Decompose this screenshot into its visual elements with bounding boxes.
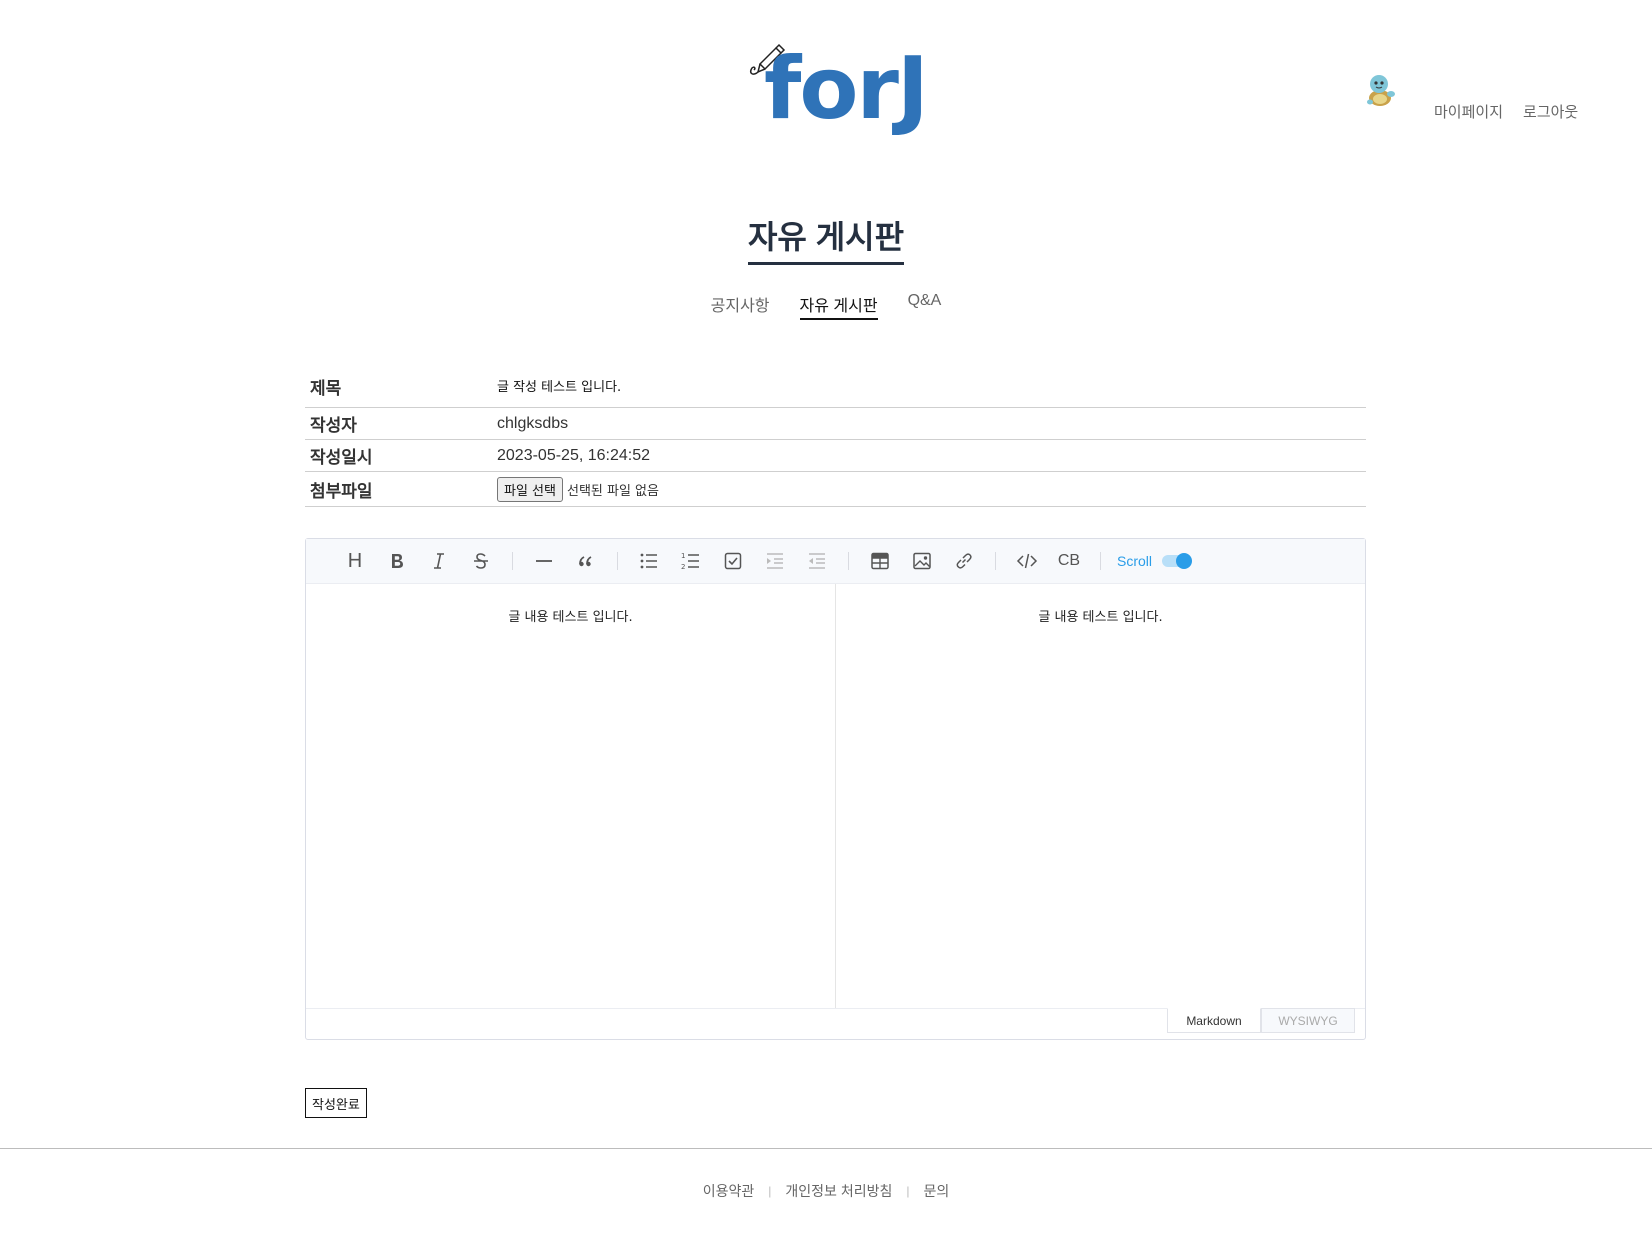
tab-qna[interactable]: Q&A [908, 292, 942, 320]
author-label: 작성자 [310, 416, 357, 435]
date-label: 작성일시 [310, 448, 373, 467]
board-tabs: 공지사항 자유 게시판 Q&A [0, 292, 1652, 320]
title-input[interactable] [497, 377, 1297, 393]
bullet-list-button[interactable] [628, 545, 670, 577]
horizontal-rule-icon [536, 560, 552, 562]
wysiwyg-mode-tab[interactable]: WYSIWYG [1261, 1008, 1355, 1033]
toolbar-divider [617, 552, 618, 570]
indent-button[interactable] [754, 545, 796, 577]
heading-button[interactable]: H [334, 545, 376, 577]
post-form: 제목 작성자 chlgksdbs 작성일시 2023-05-25, 16:24:… [305, 366, 1366, 507]
quote-icon [579, 556, 592, 567]
footer-separator: | [906, 1184, 910, 1198]
tab-free-board[interactable]: 자유 게시판 [799, 292, 878, 320]
user-links: 마이페이지 로그아웃 [1434, 101, 1578, 122]
privacy-link[interactable]: 개인정보 처리방침 [785, 1181, 892, 1201]
site-logo[interactable]: forJ [746, 42, 929, 132]
table-icon [871, 552, 889, 570]
preview-pane: 글 내용 테스트 입니다. [836, 584, 1365, 1008]
image-button[interactable] [901, 545, 943, 577]
editor-mode-bar: Markdown WYSIWYG [306, 1008, 1365, 1039]
terms-link[interactable]: 이용약관 [703, 1181, 755, 1201]
markdown-content[interactable]: 글 내용 테스트 입니다. [306, 606, 835, 625]
author-value: chlgksdbs [497, 414, 569, 432]
indent-icon [767, 553, 783, 569]
hr-button[interactable] [523, 545, 565, 577]
author-row: 작성자 chlgksdbs [305, 408, 1366, 440]
scroll-sync-toggle[interactable]: Scroll [1117, 553, 1193, 569]
footer-separator: | [768, 1184, 772, 1198]
editor-toolbar: H 12 CB Scroll [306, 539, 1365, 584]
file-status: 선택된 파일 없음 [566, 483, 659, 499]
logout-link[interactable]: 로그아웃 [1523, 101, 1578, 122]
quote-button[interactable] [565, 545, 607, 577]
date-row: 작성일시 2023-05-25, 16:24:52 [305, 440, 1366, 472]
footer-divider [0, 1148, 1652, 1149]
title-row: 제목 [305, 366, 1366, 408]
toolbar-divider [1100, 552, 1101, 570]
ordered-list-button[interactable]: 12 [670, 545, 712, 577]
scroll-switch[interactable] [1162, 553, 1193, 569]
tab-notice[interactable]: 공지사항 [711, 292, 770, 320]
file-row: 첨부파일 파일 선택 선택된 파일 없음 [305, 472, 1366, 507]
image-icon [913, 552, 931, 570]
outdent-button[interactable] [796, 545, 838, 577]
link-button[interactable] [943, 545, 985, 577]
table-button[interactable] [859, 545, 901, 577]
footer-links: 이용약관 | 개인정보 처리방침 | 문의 [0, 1181, 1652, 1201]
file-select-button[interactable]: 파일 선택 [497, 476, 563, 502]
italic-icon [434, 553, 444, 569]
logo-text: forJ [764, 39, 929, 139]
contact-link[interactable]: 문의 [923, 1181, 949, 1201]
bullet-list-icon [640, 553, 657, 569]
toolbar-divider [995, 552, 996, 570]
preview-content: 글 내용 테스트 입니다. [1038, 610, 1163, 625]
editor-panes: 글 내용 테스트 입니다. 글 내용 테스트 입니다. [306, 584, 1365, 1008]
date-value: 2023-05-25, 16:24:52 [497, 446, 651, 464]
file-label: 첨부파일 [310, 481, 373, 501]
mypage-link[interactable]: 마이페이지 [1434, 101, 1503, 122]
avatar[interactable] [1362, 72, 1398, 108]
task-list-button[interactable] [712, 545, 754, 577]
toolbar-divider [848, 552, 849, 570]
mode-tabs: Markdown WYSIWYG [1167, 1008, 1355, 1033]
bold-icon [392, 554, 403, 568]
page-title: 자유 게시판 [747, 212, 905, 265]
strike-button[interactable] [460, 545, 502, 577]
link-icon [956, 553, 972, 569]
markdown-editor: H 12 CB Scroll 글 내용 테스트 입니다. 글 내용 테스트 입니… [305, 538, 1366, 1040]
italic-button[interactable] [418, 545, 460, 577]
codeblock-icon: CB [1057, 552, 1081, 569]
outdent-icon [809, 553, 825, 569]
scroll-label: Scroll [1117, 553, 1153, 569]
submit-button[interactable]: 작성완료 [305, 1088, 367, 1118]
bold-button[interactable] [376, 545, 418, 577]
checkbox-icon [724, 552, 742, 570]
ordered-list-icon: 12 [681, 552, 699, 571]
codeblock-button[interactable]: CB [1048, 545, 1090, 577]
svg-text:2: 2 [681, 563, 685, 571]
heading-icon: H [347, 549, 363, 572]
board-title-wrap: 자유 게시판 [0, 212, 1652, 265]
svg-text:1: 1 [681, 552, 685, 560]
code-icon [1016, 553, 1038, 569]
markdown-mode-tab[interactable]: Markdown [1167, 1008, 1261, 1033]
code-button[interactable] [1006, 545, 1048, 577]
markdown-pane[interactable]: 글 내용 테스트 입니다. [306, 584, 836, 1008]
title-label: 제목 [310, 379, 342, 398]
toolbar-divider [512, 552, 513, 570]
strikethrough-icon [474, 553, 488, 569]
